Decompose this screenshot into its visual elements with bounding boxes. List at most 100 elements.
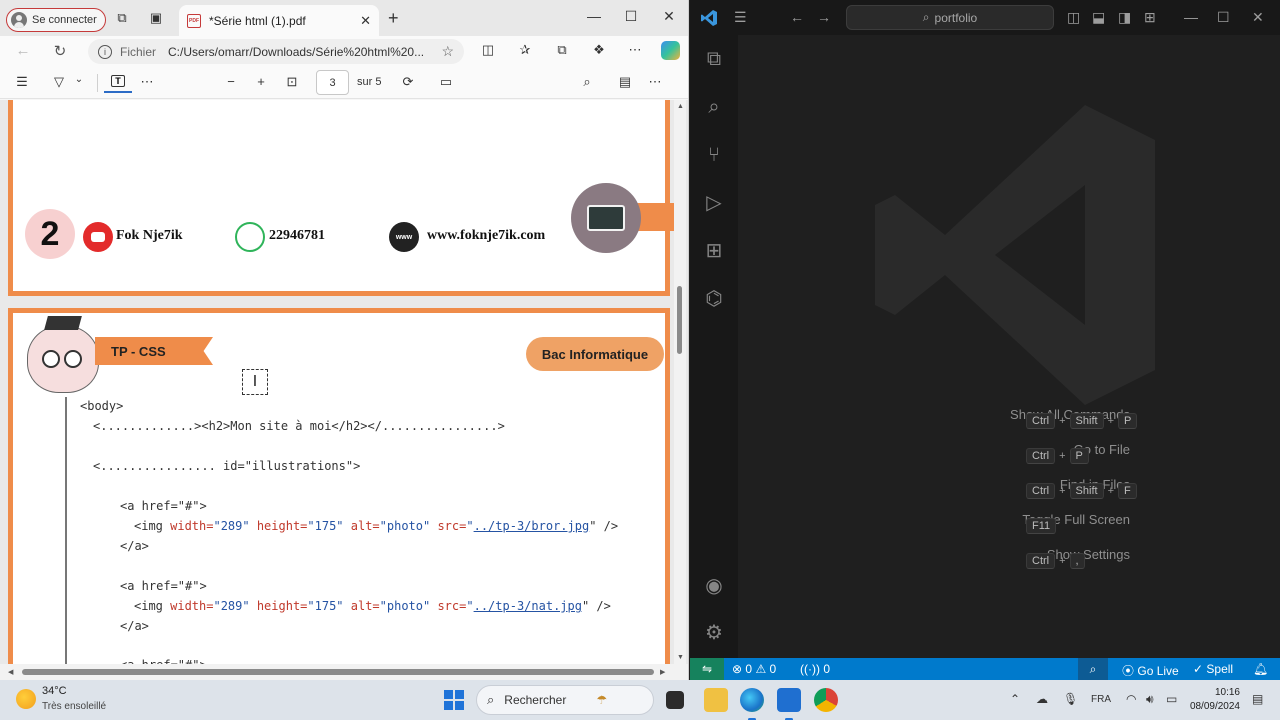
language-indicator[interactable]: FRA — [1091, 694, 1111, 705]
code-line: <a href="#"> — [120, 579, 207, 593]
chevron-down-icon[interactable]: ⌄ — [70, 74, 88, 85]
key: F — [1118, 483, 1137, 499]
minimize-icon[interactable]: — — [1184, 9, 1198, 25]
desktop: Se connecter ⧉ ▣ PDF *Série html (1).pdf… — [0, 0, 1280, 720]
notification-icon[interactable]: ▤ — [1252, 692, 1263, 706]
vertical-scroll-thumb[interactable] — [677, 286, 682, 354]
profile-button[interactable]: Se connecter — [6, 8, 106, 32]
remote-indicator-icon[interactable]: ⇋ — [690, 658, 724, 680]
toggle-sidebar-icon[interactable]: ◫ — [1067, 9, 1080, 26]
tab-actions-icon[interactable]: ▣ — [148, 10, 164, 26]
wifi-icon[interactable]: ◠ — [1126, 692, 1136, 706]
customize-layout-icon[interactable]: ⊞ — [1144, 9, 1156, 26]
battery-icon[interactable]: ▭ — [1166, 692, 1177, 706]
zoom-in-icon[interactable]: + — [252, 74, 270, 89]
favorites-icon[interactable]: ✰ — [516, 42, 534, 60]
highlight-icon[interactable]: ▽ — [50, 74, 68, 90]
zoom-out-icon[interactable]: − — [222, 74, 240, 89]
menu-icon[interactable]: ☰ — [734, 9, 747, 26]
toggle-secondary-sidebar-icon[interactable]: ◨ — [1118, 9, 1131, 26]
page-view-icon[interactable]: ▭ — [437, 74, 455, 90]
scroll-left-icon[interactable]: ◀ — [8, 668, 13, 676]
favorite-star-icon[interactable]: ☆ — [441, 43, 454, 60]
spell-button[interactable]: ✓ Spell — [1193, 662, 1233, 676]
workspaces-icon[interactable]: ⧉ — [114, 10, 130, 26]
cloud-icon[interactable]: ☁ — [1036, 692, 1048, 706]
settings-gear-icon[interactable]: ⚙ — [702, 621, 726, 645]
clock-time: 10:16 — [1214, 687, 1240, 698]
pdf-viewport[interactable]: 2 Fok Nje7ik 22946781 www www.foknje7ik.… — [0, 100, 688, 680]
ports-status[interactable]: ((·)) 0 — [800, 662, 830, 676]
clock[interactable]: 10:16 08/09/2024 — [1190, 686, 1240, 714]
back-icon[interactable]: ← — [790, 9, 804, 25]
page-number-input[interactable]: 3 — [316, 70, 349, 95]
maximize-icon[interactable]: ☐ — [621, 8, 641, 25]
volume-icon[interactable]: 🔊︎ — [1146, 692, 1154, 707]
microphone-icon[interactable]: 🎙︎ — [1063, 692, 1078, 706]
explorer-icon[interactable]: ⧉ — [702, 47, 726, 71]
close-tab-icon[interactable]: ✕ — [360, 13, 371, 29]
code-link[interactable]: ../tp-3/nat.jpg — [474, 599, 582, 613]
status-bar: ⇋ ⊗ 0 ⚠ 0 ((·)) 0 ⌕ ⦿ Go Live ✓ Spell 🔔︎ — [690, 658, 1280, 680]
notifications-bell-icon[interactable]: 🔔︎ — [1253, 662, 1268, 676]
problems-status[interactable]: ⊗ 0 ⚠ 0 — [732, 662, 776, 676]
code-margin-line — [65, 397, 67, 680]
scroll-down-icon[interactable]: ▼ — [677, 654, 684, 661]
code-token: "289" — [213, 519, 250, 533]
new-tab-icon[interactable]: + — [388, 8, 399, 29]
run-debug-icon[interactable]: ▷ — [702, 191, 726, 215]
vscode-taskbar-icon[interactable] — [777, 688, 801, 720]
edge-browser-icon[interactable] — [740, 688, 764, 720]
code-link[interactable]: ../tp-3/bror.jpg — [474, 519, 590, 533]
laptop-icon — [587, 205, 625, 231]
account-icon[interactable]: ◉ — [702, 574, 726, 598]
key: Shift — [1069, 413, 1104, 429]
info-icon[interactable]: i — [98, 44, 112, 59]
taskbar-search[interactable]: ⌕ Rechercher ☂ — [476, 685, 654, 715]
close-window-icon[interactable]: ✕ — [659, 8, 679, 25]
extension-icon[interactable]: ❖ — [590, 42, 608, 60]
search-icon[interactable]: ⌕ — [702, 95, 726, 119]
source-control-icon[interactable]: ⑂ — [702, 143, 726, 167]
vertical-scrollbar[interactable] — [674, 100, 686, 668]
chrome-icon[interactable] — [814, 688, 838, 712]
more-tools-icon[interactable]: ⋯ — [138, 74, 156, 90]
add-text-button[interactable]: T — [104, 71, 132, 93]
save-icon[interactable]: ▤ — [616, 74, 634, 90]
code-line: </a> — [120, 539, 149, 553]
forward-icon[interactable]: → — [817, 9, 831, 25]
file-explorer-icon[interactable] — [704, 688, 728, 712]
split-screen-icon[interactable]: ◫ — [479, 42, 497, 60]
url-field[interactable]: i Fichier C:/Users/omarr/Downloads/Série… — [88, 39, 464, 64]
collections-icon[interactable]: ⧉ — [553, 42, 571, 60]
go-live-button[interactable]: ⦿ Go Live — [1122, 662, 1179, 679]
extensions-icon[interactable]: ⊞ — [702, 239, 726, 263]
maximize-icon[interactable]: ☐ — [1217, 9, 1230, 26]
search-icon[interactable]: ⌕ — [578, 74, 596, 90]
back-icon[interactable]: ← — [14, 42, 32, 59]
website-text: www.foknje7ik.com — [427, 228, 546, 243]
more-options-icon[interactable]: ⋯ — [626, 42, 644, 60]
remote-explorer-icon[interactable]: ⌬ — [702, 287, 726, 311]
divider — [97, 74, 98, 92]
copilot-icon[interactable] — [661, 41, 680, 60]
refresh-icon[interactable]: ↻ — [51, 42, 69, 60]
scroll-up-icon[interactable]: ▲ — [677, 103, 684, 110]
code-token: height= — [249, 599, 308, 613]
contents-icon[interactable]: ☰ — [13, 74, 31, 90]
close-window-icon[interactable]: ✕ — [1252, 9, 1264, 26]
pdf-more-icon[interactable]: ⋯ — [646, 74, 664, 90]
rotate-icon[interactable]: ⟳ — [399, 74, 417, 90]
fit-page-icon[interactable]: ⊡ — [283, 74, 301, 90]
chevron-up-icon[interactable]: ⌃ — [1010, 692, 1020, 706]
search-highlight-icon: ☂ — [596, 693, 608, 707]
start-windows-icon[interactable] — [444, 690, 464, 710]
command-center-search[interactable]: ⌕ portfolio — [846, 5, 1054, 30]
scroll-right-icon[interactable]: ▶ — [660, 668, 665, 676]
zoom-icon[interactable]: ⌕ — [1078, 658, 1108, 680]
minimize-icon[interactable]: — — [584, 8, 604, 24]
toggle-panel-icon[interactable]: ⬓ — [1092, 9, 1105, 26]
horizontal-scroll-thumb[interactable] — [22, 669, 654, 675]
tab-pdf[interactable]: PDF *Série html (1).pdf ✕ — [179, 5, 379, 36]
task-view-icon[interactable] — [666, 691, 684, 709]
